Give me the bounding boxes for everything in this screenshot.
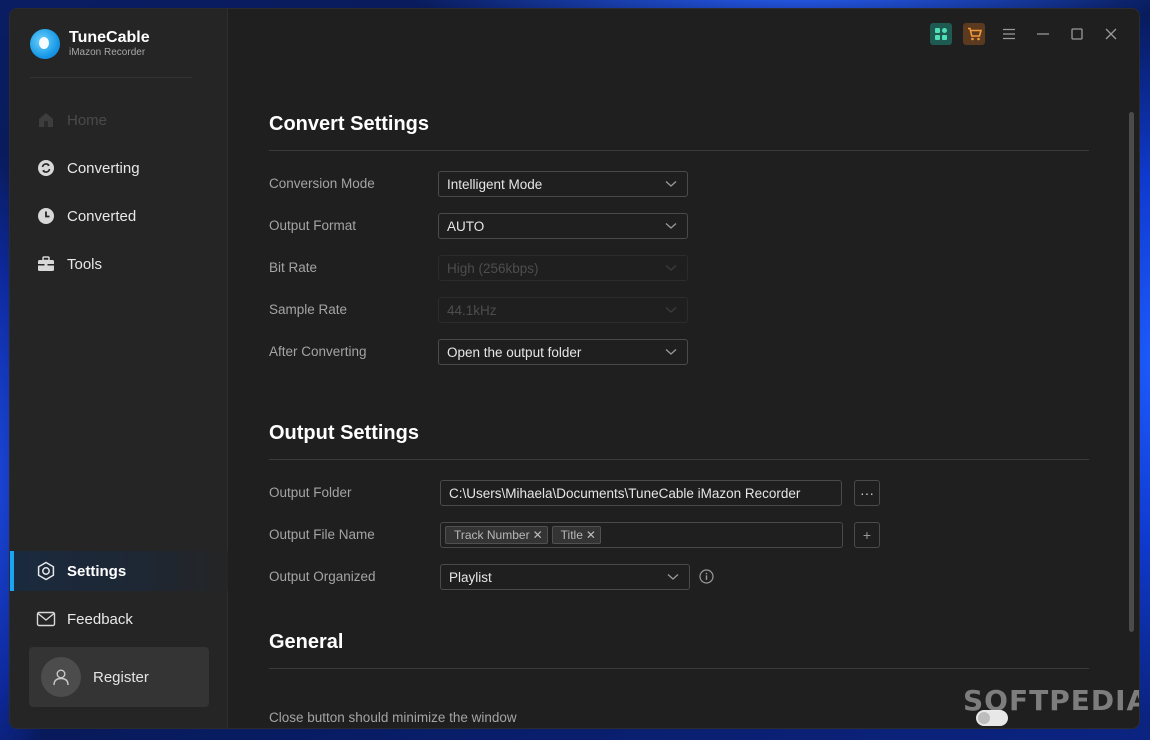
sidebar-item-label: Converting bbox=[67, 159, 140, 177]
maximize-button[interactable] bbox=[1066, 23, 1088, 45]
toolbox-icon bbox=[36, 254, 56, 274]
after-converting-value: Open the output folder bbox=[447, 344, 582, 360]
chevron-down-icon bbox=[665, 265, 677, 271]
home-icon bbox=[36, 110, 56, 130]
sidebar-item-label: Settings bbox=[67, 562, 127, 580]
minimize-button[interactable] bbox=[1032, 23, 1054, 45]
app-window: TuneCable iMazon Recorder Home Convertin… bbox=[10, 9, 1139, 728]
conversion-mode-select[interactable]: Intelligent Mode bbox=[438, 171, 688, 197]
remove-tag-icon[interactable]: ✕ bbox=[586, 528, 596, 542]
scrollbar[interactable] bbox=[1129, 112, 1134, 632]
brand: TuneCable iMazon Recorder bbox=[30, 29, 150, 59]
section-divider bbox=[269, 668, 1089, 669]
output-folder-value: C:\Users\Mihaela\Documents\TuneCable iMa… bbox=[449, 485, 801, 501]
cart-icon bbox=[967, 27, 982, 41]
cart-button[interactable] bbox=[963, 23, 985, 45]
sample-rate-value: 44.1kHz bbox=[447, 302, 497, 318]
user-icon bbox=[53, 669, 69, 686]
info-icon[interactable] bbox=[699, 569, 714, 584]
apps-icon bbox=[935, 28, 947, 40]
output-format-value: AUTO bbox=[447, 218, 485, 234]
sidebar-item-converted[interactable]: Converted bbox=[10, 196, 228, 236]
chevron-down-icon bbox=[665, 181, 677, 187]
close-minimize-label: Close button should minimize the window bbox=[269, 710, 517, 725]
chevron-down-icon bbox=[665, 307, 677, 313]
remove-tag-icon[interactable]: ✕ bbox=[533, 528, 543, 542]
maximize-icon bbox=[1071, 28, 1083, 40]
conversion-mode-value: Intelligent Mode bbox=[447, 176, 543, 192]
output-organized-select[interactable]: Playlist bbox=[440, 564, 690, 590]
softpedia-watermark: SOFTPEDIA® bbox=[963, 684, 1139, 717]
add-tag-button[interactable]: + bbox=[854, 522, 880, 548]
chevron-down-icon bbox=[665, 223, 677, 229]
output-folder-input[interactable]: C:\Users\Mihaela\Documents\TuneCable iMa… bbox=[440, 480, 842, 506]
hamburger-icon bbox=[1003, 28, 1015, 40]
bit-rate-value: High (256kbps) bbox=[447, 260, 539, 276]
chevron-down-icon bbox=[667, 574, 679, 580]
register-label: Register bbox=[93, 668, 149, 686]
brand-divider bbox=[30, 77, 192, 78]
convert-settings-title: Convert Settings bbox=[269, 113, 430, 135]
apps-button[interactable] bbox=[930, 23, 952, 45]
output-format-label: Output Format bbox=[269, 218, 357, 233]
section-divider bbox=[269, 459, 1089, 460]
sidebar-item-label: Tools bbox=[67, 255, 103, 273]
section-divider bbox=[269, 150, 1089, 151]
mail-icon bbox=[36, 609, 56, 629]
tag-label: Track Number bbox=[454, 528, 530, 542]
general-title: General bbox=[269, 631, 344, 653]
register-button[interactable]: Register bbox=[29, 647, 209, 707]
after-converting-select[interactable]: Open the output folder bbox=[438, 339, 688, 365]
sidebar-item-label: Converted bbox=[67, 207, 137, 225]
sidebar-item-feedback[interactable]: Feedback bbox=[10, 599, 228, 639]
bit-rate-label: Bit Rate bbox=[269, 260, 318, 275]
minimize-icon bbox=[1037, 33, 1049, 35]
brand-subtitle: iMazon Recorder bbox=[69, 47, 146, 58]
output-file-name-field[interactable]: Track Number ✕ Title ✕ bbox=[440, 522, 843, 548]
sidebar-item-tools[interactable]: Tools bbox=[10, 244, 228, 284]
output-folder-label: Output Folder bbox=[269, 485, 352, 500]
sample-rate-label: Sample Rate bbox=[269, 302, 348, 317]
output-format-select[interactable]: AUTO bbox=[438, 213, 688, 239]
clock-icon bbox=[36, 206, 56, 226]
menu-button[interactable] bbox=[998, 23, 1020, 45]
settings-icon bbox=[36, 561, 56, 581]
filename-tag-track-number: Track Number ✕ bbox=[445, 526, 548, 544]
output-organized-value: Playlist bbox=[449, 569, 492, 585]
sidebar-item-settings[interactable]: Settings bbox=[10, 551, 228, 591]
bit-rate-select: High (256kbps) bbox=[438, 255, 688, 281]
app-logo-icon bbox=[30, 29, 60, 59]
close-icon bbox=[1105, 28, 1117, 40]
output-settings-title: Output Settings bbox=[269, 422, 419, 444]
brand-name: TuneCable bbox=[69, 29, 150, 46]
conversion-mode-label: Conversion Mode bbox=[269, 176, 375, 191]
filename-tag-title: Title ✕ bbox=[551, 526, 601, 544]
tag-label: Title bbox=[560, 528, 583, 542]
sample-rate-select: 44.1kHz bbox=[438, 297, 688, 323]
output-file-name-label: Output File Name bbox=[269, 527, 375, 542]
sidebar-item-label: Home bbox=[67, 111, 108, 129]
browse-folder-button[interactable]: ··· bbox=[854, 480, 880, 506]
sidebar: TuneCable iMazon Recorder Home Convertin… bbox=[10, 9, 228, 728]
sync-icon bbox=[36, 158, 56, 178]
close-button[interactable] bbox=[1100, 23, 1122, 45]
sidebar-item-converting[interactable]: Converting bbox=[10, 148, 228, 188]
sidebar-item-label: Feedback bbox=[67, 610, 133, 628]
chevron-down-icon bbox=[665, 349, 677, 355]
after-converting-label: After Converting bbox=[269, 344, 367, 359]
sidebar-item-home[interactable]: Home bbox=[10, 100, 228, 140]
avatar bbox=[41, 657, 81, 697]
output-organized-label: Output Organized bbox=[269, 569, 376, 584]
